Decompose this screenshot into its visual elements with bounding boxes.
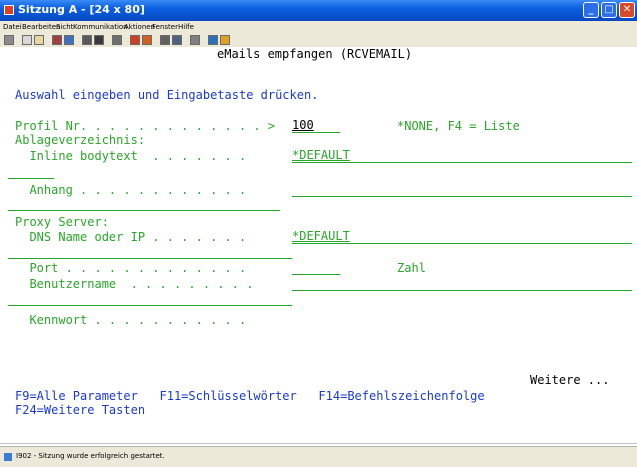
window-title: Sitzung A - [24 x 80] [18, 3, 145, 16]
menu-sicht[interactable]: Sicht [56, 23, 73, 31]
print-icon[interactable] [4, 35, 14, 45]
menu-bar: Datei Bearbeiten Sicht Kommunikation Akt… [0, 21, 637, 33]
port-label: Port . . . . . . . . . . . . . [15, 261, 247, 275]
stop-icon[interactable] [160, 35, 170, 45]
toolbar [0, 33, 637, 48]
profile-hint: *NONE, F4 = Liste [397, 119, 520, 133]
port-field[interactable] [292, 261, 340, 275]
menu-fenster[interactable]: Fenster [152, 23, 178, 31]
status-bar: I902 - Sitzung wurde erfolgreich gestart… [0, 446, 637, 467]
help-icon[interactable] [208, 35, 218, 45]
username-label: Benutzername . . . . . . . . . [15, 277, 254, 291]
menu-bearbeiten[interactable]: Bearbeiten [22, 23, 60, 31]
profile-field[interactable]: 100 [292, 119, 340, 133]
menu-datei[interactable]: Datei [3, 23, 22, 31]
clipboard-icon[interactable] [172, 35, 182, 45]
edit-icon[interactable] [220, 35, 230, 45]
password-field[interactable] [292, 313, 632, 326]
menu-aktionen[interactable]: Aktionen [124, 23, 155, 31]
instruction-text: Auswahl eingeben und Eingabetaste drücke… [15, 88, 319, 102]
storage-dir-label: Ablageverzeichnis: [15, 133, 146, 147]
password-label: Kennwort . . . . . . . . . . . [15, 313, 247, 327]
function-keys-line2: F24=Weitere Tasten [15, 403, 146, 417]
screen-heading: eMails empfangen (RCVEMAIL) [217, 47, 413, 61]
attachment-field[interactable] [292, 183, 632, 197]
attachment-label: Anhang . . . . . . . . . . . . [15, 183, 247, 197]
title-bar: Sitzung A - [24 x 80] _ □ ✕ [0, 0, 637, 21]
paste-icon[interactable] [34, 35, 44, 45]
play-icon[interactable] [142, 35, 152, 45]
separator [8, 305, 292, 306]
menu-kommunikation[interactable]: Kommunikation [73, 23, 128, 31]
terminal-screen[interactable]: eMails empfangen (RCVEMAIL) Auswahl eing… [0, 47, 637, 444]
maximize-button[interactable]: □ [601, 2, 617, 18]
close-button[interactable]: ✕ [619, 2, 635, 18]
minimize-button[interactable]: _ [583, 2, 599, 18]
receive-icon[interactable] [64, 35, 74, 45]
inline-bodytext-label: Inline bodytext . . . . . . . [15, 149, 247, 163]
proxy-server-label: Proxy Server: [15, 215, 109, 229]
separator [8, 258, 292, 259]
dns-label: DNS Name oder IP . . . . . . . [15, 230, 247, 244]
inline-bodytext-field[interactable]: *DEFAULT [292, 149, 632, 163]
macro-icon[interactable] [130, 35, 140, 45]
profile-label: Profil Nr. . . . . . . . . . . . . > [15, 119, 276, 133]
app-icon [4, 5, 14, 15]
display-icon[interactable] [82, 35, 92, 45]
separator [8, 210, 280, 211]
status-message: I902 - Sitzung wurde erfolgreich gestart… [16, 452, 165, 460]
port-hint: Zahl [397, 261, 426, 275]
copy-icon[interactable] [22, 35, 32, 45]
function-keys-line1: F9=Alle Parameter F11=Schlüsselwörter F1… [15, 389, 485, 403]
record-icon[interactable] [112, 35, 122, 45]
map-icon[interactable] [190, 35, 200, 45]
more-indicator: Weitere ... [530, 373, 610, 387]
keyboard-icon[interactable] [94, 35, 104, 45]
send-icon[interactable] [52, 35, 62, 45]
username-field[interactable] [292, 277, 632, 291]
menu-hilfe[interactable]: Hilfe [178, 23, 194, 31]
separator [8, 178, 54, 179]
session-status-icon [4, 453, 12, 461]
dns-field[interactable]: *DEFAULT [292, 230, 632, 244]
